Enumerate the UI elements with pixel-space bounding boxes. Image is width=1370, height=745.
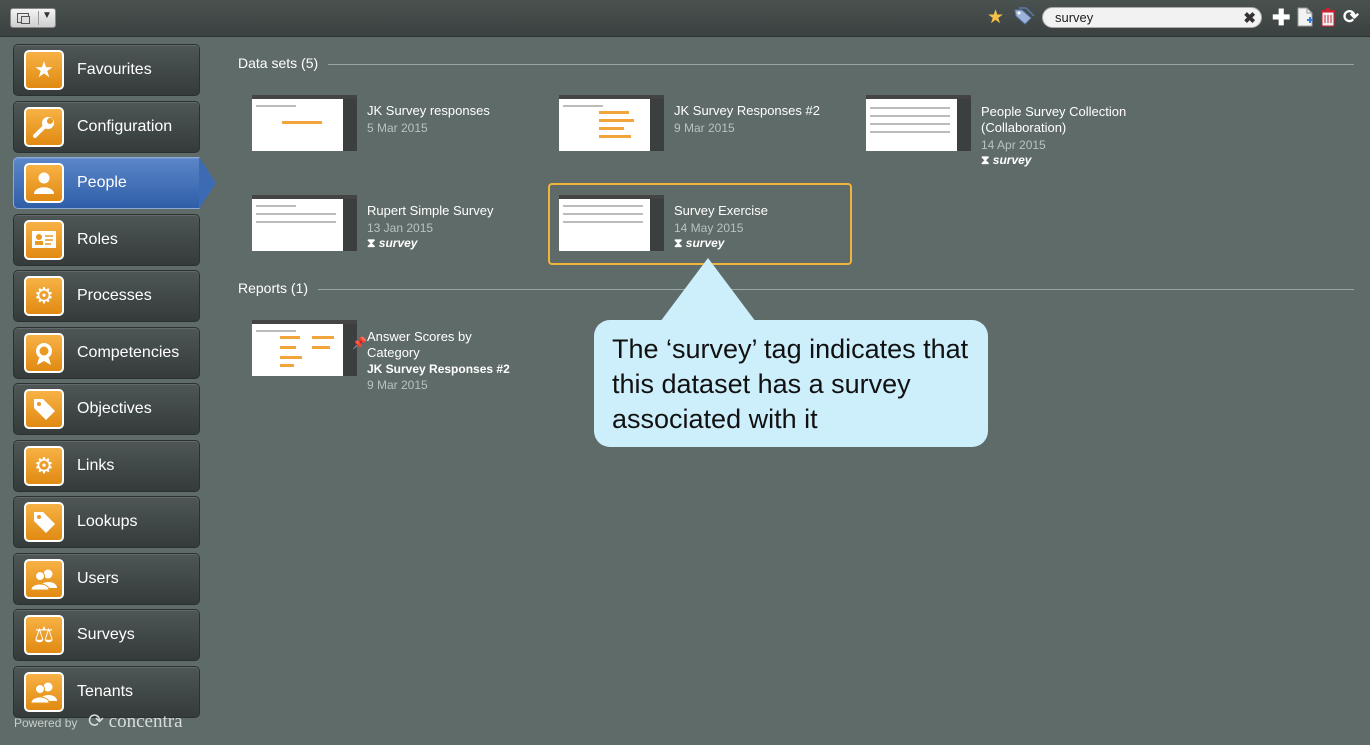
dataset-date: 13 Jan 2015	[367, 221, 434, 235]
search-field[interactable]: ✖	[1042, 7, 1262, 28]
dataset-thumbnail	[559, 95, 664, 151]
sidebar-item-objectives[interactable]: Objectives	[13, 383, 200, 435]
tag-icon	[24, 502, 64, 542]
sidebar-item-label: Tenants	[77, 683, 134, 700]
sidebar-item-processes[interactable]: ⚙ Processes	[13, 270, 200, 322]
favourites-star-icon[interactable]: ★	[987, 7, 1004, 29]
sidebar-item-label: Surveys	[77, 626, 135, 643]
users-icon	[24, 559, 64, 599]
view-toggle-button[interactable]: ▼	[10, 8, 56, 28]
sidebar-item-roles[interactable]: Roles	[13, 214, 200, 266]
annotation-callout: The ‘survey’ tag indicates that this dat…	[594, 320, 988, 447]
scales-icon: ⚖	[24, 615, 64, 655]
dataset-date: 14 May 2015	[674, 221, 744, 235]
tag-label: survey	[378, 236, 418, 250]
tag-icon	[24, 389, 64, 429]
person-icon	[24, 163, 64, 203]
callout-pointer	[660, 258, 756, 322]
report-date: 9 Mar 2015	[367, 378, 428, 392]
tag-icon: ⧗	[367, 236, 376, 250]
sidebar-item-label: People	[77, 174, 127, 191]
dataset-thumbnail	[559, 195, 664, 251]
sidebar-item-label: Roles	[77, 231, 118, 248]
report-source: JK Survey Responses #2	[367, 362, 510, 376]
sidebar-item-label: Users	[77, 570, 119, 587]
new-document-icon[interactable]	[1296, 7, 1314, 33]
report-title: Answer Scores by Category	[367, 329, 472, 360]
users-icon	[24, 672, 64, 712]
gears-icon: ⚙	[24, 276, 64, 316]
dataset-date: 5 Mar 2015	[367, 121, 428, 135]
sidebar-item-competencies[interactable]: Competencies	[13, 327, 200, 379]
dataset-title: JK Survey Responses #2	[674, 103, 820, 118]
tag-label: survey	[685, 236, 725, 250]
divider	[318, 289, 1354, 290]
gears-icon: ⚙	[24, 446, 64, 486]
sidebar-item-configuration[interactable]: Configuration	[13, 101, 200, 153]
dataset-date: 9 Mar 2015	[674, 121, 735, 135]
search-input[interactable]	[1055, 9, 1235, 26]
wrench-icon	[24, 107, 64, 147]
dataset-thumbnail	[252, 195, 357, 251]
reports-heading: Reports (1)	[238, 280, 309, 296]
star-icon: ★	[24, 50, 64, 90]
sidebar-item-favourites[interactable]: ★ Favourites	[13, 44, 200, 96]
view-grid-icon	[17, 13, 30, 24]
survey-tag[interactable]: ⧗ survey	[674, 236, 724, 251]
pin-icon[interactable]: 📌	[352, 336, 367, 350]
dataset-title: Survey Exercise	[674, 203, 768, 218]
sidebar-item-surveys[interactable]: ⚖ Surveys	[13, 609, 200, 661]
dataset-title: JK Survey responses	[367, 103, 490, 118]
dataset-title: People Survey Collection (Collaboration)	[981, 104, 1127, 135]
chevron-down-icon: ▼	[42, 10, 52, 21]
sidebar-item-label: Objectives	[77, 400, 152, 417]
sidebar-item-label: Configuration	[77, 118, 173, 135]
award-icon	[24, 333, 64, 373]
sidebar-item-label: Processes	[77, 287, 152, 304]
brand-name: concentra	[108, 711, 183, 732]
datasets-heading: Data sets (5)	[238, 55, 319, 71]
sidebar-item-label: Lookups	[77, 513, 138, 530]
dataset-thumbnail	[866, 95, 971, 151]
sidebar-item-label: Links	[77, 457, 115, 474]
powered-by-label: Powered by	[14, 716, 78, 730]
sidebar-item-links[interactable]: ⚙ Links	[13, 440, 200, 492]
clear-search-icon[interactable]: ✖	[1243, 9, 1256, 27]
id-card-icon	[24, 220, 64, 260]
sidebar-item-label: Competencies	[77, 344, 180, 361]
sidebar-item-lookups[interactable]: Lookups	[13, 496, 200, 548]
dataset-date: 14 Apr 2015	[981, 138, 1046, 152]
tag-icon: ⧗	[981, 153, 990, 167]
tag-icon: ⧗	[674, 236, 683, 250]
top-toolbar: ▼ ★ ✖ ✚ ⟳	[0, 0, 1370, 37]
add-icon[interactable]: ✚	[1272, 7, 1290, 29]
divider	[328, 64, 1354, 65]
sidebar-item-people[interactable]: People	[13, 157, 216, 209]
concentra-logo: ⟳ concentra	[88, 711, 183, 732]
callout-text: The ‘survey’ tag indicates that this dat…	[612, 334, 969, 434]
trash-icon[interactable]	[1320, 7, 1336, 33]
dataset-thumbnail	[252, 95, 357, 151]
sidebar-item-label: Favourites	[77, 61, 152, 78]
survey-tag[interactable]: ⧗ survey	[367, 236, 417, 251]
sidebar-item-users[interactable]: Users	[13, 553, 200, 605]
tag-label: survey	[992, 153, 1032, 167]
tags-icon[interactable]	[1013, 7, 1035, 33]
survey-tag[interactable]: ⧗ survey	[981, 153, 1031, 168]
refresh-icon[interactable]: ⟳	[1343, 7, 1359, 29]
dataset-title: Rupert Simple Survey	[367, 203, 494, 218]
divider	[38, 11, 39, 25]
report-thumbnail	[252, 320, 357, 376]
